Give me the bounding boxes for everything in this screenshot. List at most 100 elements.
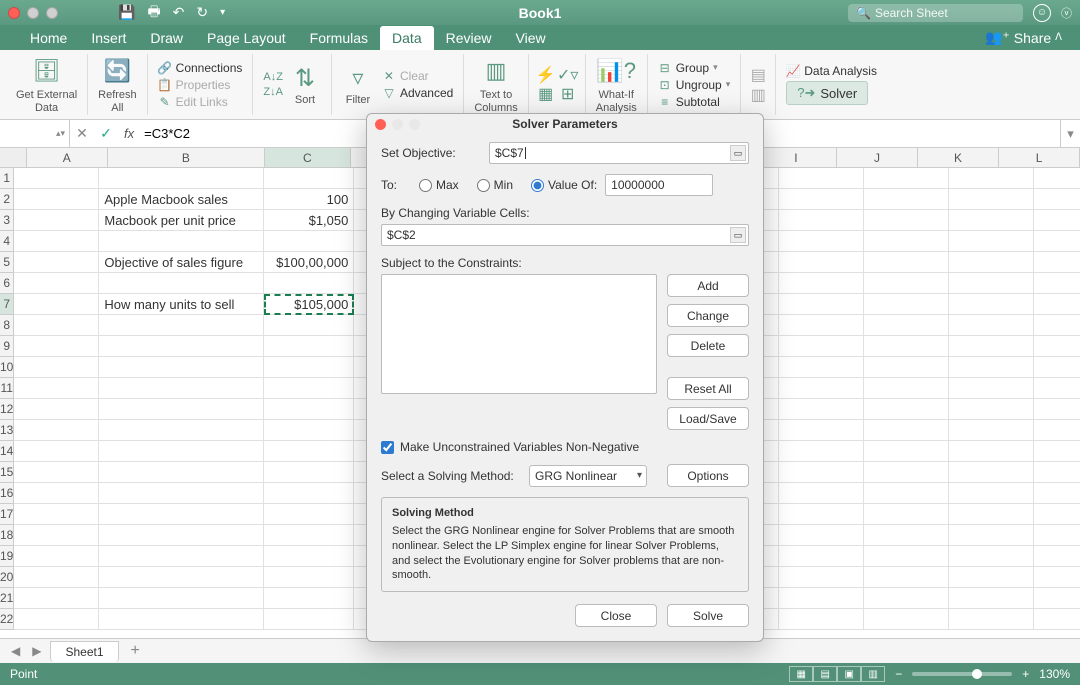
cell-K10[interactable] (949, 357, 1034, 378)
cell-I22[interactable] (779, 609, 864, 630)
page-break-view-icon[interactable]: ▣ (837, 666, 861, 682)
ribbon-text-to-columns[interactable]: ▥ Text to Columns (464, 54, 528, 115)
undo-icon[interactable]: ↶ (173, 4, 185, 21)
cell-B16[interactable] (99, 483, 264, 504)
cell-B7[interactable]: How many units to sell (99, 294, 264, 315)
row-header-22[interactable]: 22 (0, 609, 13, 630)
cell-J6[interactable] (864, 273, 949, 294)
cell-C17[interactable] (264, 504, 354, 525)
cell-C8[interactable] (264, 315, 354, 336)
cell-J1[interactable] (864, 168, 949, 189)
cell-C12[interactable] (264, 399, 354, 420)
cell-B13[interactable] (99, 420, 264, 441)
cell-C1[interactable] (264, 168, 354, 189)
cell-K3[interactable] (949, 210, 1034, 231)
cell-I18[interactable] (779, 525, 864, 546)
row-header-10[interactable]: 10 (0, 357, 13, 378)
cell-J11[interactable] (864, 378, 949, 399)
tab-data[interactable]: Data (380, 26, 434, 50)
cell-L14[interactable] (1034, 441, 1080, 462)
delete-constraint-button[interactable]: Delete (667, 334, 749, 357)
cell-B19[interactable] (99, 546, 264, 567)
cell-I8[interactable] (779, 315, 864, 336)
col-header-C[interactable]: C (265, 148, 351, 167)
cell-A4[interactable] (14, 231, 99, 252)
show-detail-icon[interactable]: ▤ (751, 68, 765, 82)
set-objective-input[interactable]: $C$7▭ (489, 142, 749, 164)
name-box[interactable]: ▴▾ (0, 120, 70, 147)
cell-A13[interactable] (14, 420, 99, 441)
ribbon-whatif[interactable]: 📊? What-If Analysis (586, 54, 648, 115)
cell-A15[interactable] (14, 462, 99, 483)
data-validation-icon[interactable]: ✓▿ (561, 68, 575, 82)
cell-L17[interactable] (1034, 504, 1080, 525)
cell-K17[interactable] (949, 504, 1034, 525)
cell-K9[interactable] (949, 336, 1034, 357)
cell-C20[interactable] (264, 567, 354, 588)
cell-B4[interactable] (99, 231, 264, 252)
search-sheet-box[interactable]: 🔍 Search Sheet (848, 4, 1023, 22)
range-picker-icon[interactable]: ▭ (730, 145, 746, 161)
cell-L10[interactable] (1034, 357, 1080, 378)
cell-B5[interactable]: Objective of sales figure (99, 252, 264, 273)
by-changing-input[interactable]: $C$2▭ (381, 224, 749, 246)
cell-J9[interactable] (864, 336, 949, 357)
cell-I15[interactable] (779, 462, 864, 483)
row-header-13[interactable]: 13 (0, 420, 13, 441)
cell-C5[interactable]: $100,00,000 (264, 252, 354, 273)
cell-B14[interactable] (99, 441, 264, 462)
row-header-11[interactable]: 11 (0, 378, 13, 399)
radio-value-of[interactable]: Value Of: (531, 178, 597, 192)
cell-K11[interactable] (949, 378, 1034, 399)
tab-formulas[interactable]: Formulas (298, 26, 380, 50)
cell-K18[interactable] (949, 525, 1034, 546)
cell-B21[interactable] (99, 588, 264, 609)
cell-B6[interactable] (99, 273, 264, 294)
custom-view-icon[interactable]: ▥ (861, 666, 885, 682)
cell-L15[interactable] (1034, 462, 1080, 483)
load-save-button[interactable]: Load/Save (667, 407, 749, 430)
cell-I9[interactable] (779, 336, 864, 357)
row-header-15[interactable]: 15 (0, 462, 13, 483)
tab-page-layout[interactable]: Page Layout (195, 26, 298, 50)
cell-K21[interactable] (949, 588, 1034, 609)
radio-max[interactable]: Max (419, 178, 459, 192)
advanced-button[interactable]: ▽Advanced (382, 86, 453, 100)
save-icon[interactable]: 💾 (118, 4, 135, 21)
properties-button[interactable]: 📋Properties (158, 78, 231, 92)
consolidate-icon[interactable]: ⊞ (561, 87, 575, 101)
cell-I16[interactable] (779, 483, 864, 504)
add-constraint-button[interactable]: Add (667, 274, 749, 297)
cell-L5[interactable] (1034, 252, 1080, 273)
cell-J17[interactable] (864, 504, 949, 525)
cell-L3[interactable] (1034, 210, 1080, 231)
group-button[interactable]: ⊟Group ▾ (658, 61, 718, 75)
row-header-21[interactable]: 21 (0, 588, 13, 609)
subtotal-button[interactable]: ≡Subtotal (658, 95, 720, 109)
cell-J5[interactable] (864, 252, 949, 273)
minimize-window-icon[interactable] (27, 7, 39, 19)
cell-L19[interactable] (1034, 546, 1080, 567)
cell-L12[interactable] (1034, 399, 1080, 420)
cell-L6[interactable] (1034, 273, 1080, 294)
cell-C22[interactable] (264, 609, 354, 630)
tab-review[interactable]: Review (434, 26, 504, 50)
cell-A14[interactable] (14, 441, 99, 462)
cell-B11[interactable] (99, 378, 264, 399)
ungroup-button[interactable]: ⊡Ungroup ▾ (658, 78, 731, 92)
zoom-out-icon[interactable]: − (895, 667, 902, 681)
cell-K6[interactable] (949, 273, 1034, 294)
cell-K15[interactable] (949, 462, 1034, 483)
cell-K5[interactable] (949, 252, 1034, 273)
cell-L22[interactable] (1034, 609, 1080, 630)
cell-I3[interactable] (779, 210, 864, 231)
cell-C19[interactable] (264, 546, 354, 567)
cell-A21[interactable] (14, 588, 99, 609)
cell-B17[interactable] (99, 504, 264, 525)
cell-A17[interactable] (14, 504, 99, 525)
cell-J12[interactable] (864, 399, 949, 420)
constraints-list[interactable] (381, 274, 657, 394)
zoom-in-icon[interactable]: + (1022, 667, 1029, 681)
row-header-4[interactable]: 4 (0, 231, 13, 252)
cell-I5[interactable] (779, 252, 864, 273)
